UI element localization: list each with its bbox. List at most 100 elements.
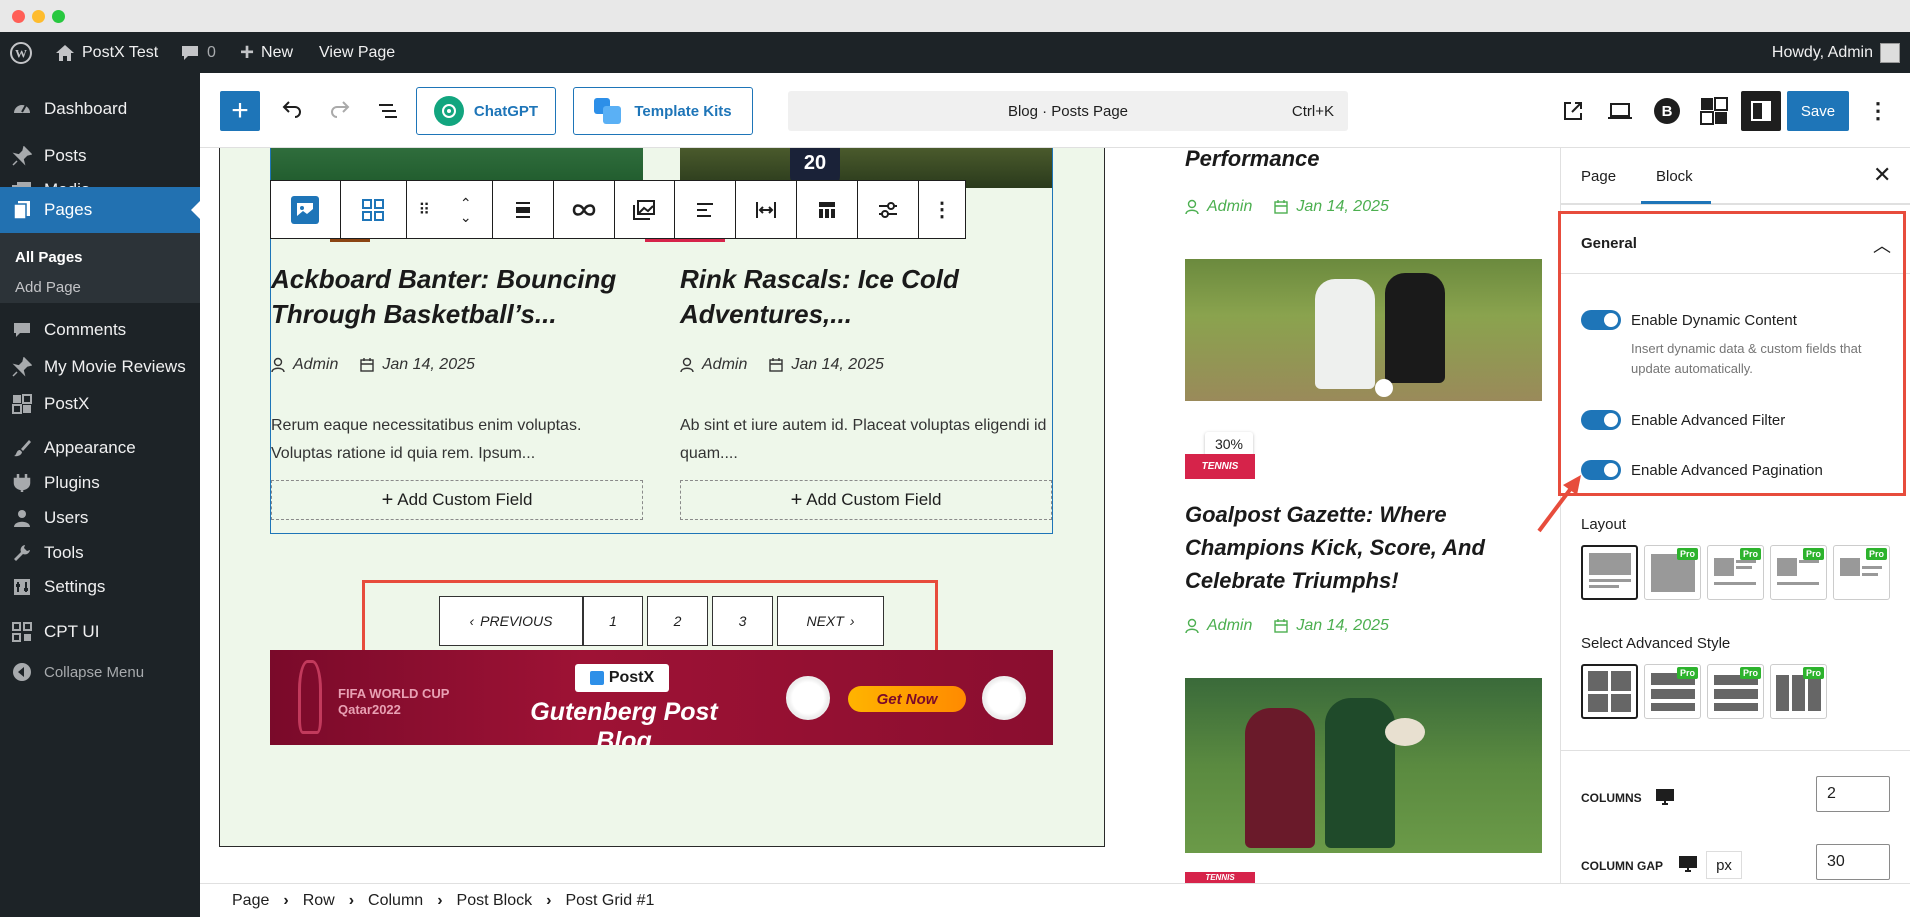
sidebar-item-users[interactable]: Users <box>0 498 200 538</box>
redo-button[interactable] <box>320 91 360 131</box>
add-custom-field-button[interactable]: + Add Custom Field <box>680 480 1052 520</box>
post-author[interactable]: Admin <box>1207 198 1252 216</box>
layout-option-2[interactable]: Pro <box>1644 545 1701 600</box>
desktop-icon[interactable] <box>1655 788 1675 806</box>
close-icon[interactable]: ✕ <box>1873 162 1891 188</box>
sidebar-item-plugins[interactable]: Plugins <box>0 463 200 503</box>
sidebar-item-cpt-ui[interactable]: CPT UI <box>0 612 200 652</box>
style-option-3[interactable]: Pro <box>1707 664 1764 719</box>
unit-selector[interactable]: px <box>1706 851 1742 879</box>
command-palette-button[interactable]: Blog · Posts Page Ctrl+K <box>788 91 1348 131</box>
breadcrumb-item[interactable]: Column <box>368 892 423 910</box>
layout-button[interactable] <box>797 181 859 238</box>
settings-sidebar-toggle[interactable] <box>1741 91 1781 131</box>
collapse-menu-button[interactable]: Collapse Menu <box>0 652 200 692</box>
minimize-window-button[interactable] <box>32 10 45 23</box>
post-title-partial[interactable]: Performance <box>1185 142 1320 175</box>
layout-option-4[interactable]: Pro <box>1770 545 1827 600</box>
sidebar-item-label: CPT UI <box>44 622 100 641</box>
save-button[interactable]: Save <box>1787 91 1849 131</box>
column-gap-input[interactable]: 30 <box>1816 844 1890 880</box>
post-title[interactable]: Ackboard Banter: Bouncing Through Basket… <box>271 262 631 332</box>
breadcrumb-item[interactable]: Post Block <box>457 892 533 910</box>
gap-value: 30 <box>1827 853 1845 870</box>
category-tag[interactable]: TENNIS <box>1185 872 1255 883</box>
document-overview-button[interactable] <box>368 91 408 131</box>
link-button[interactable] <box>554 181 615 238</box>
layout-option-5[interactable]: Pro <box>1833 545 1890 600</box>
desktop-icon[interactable] <box>1678 855 1698 873</box>
block-options-button[interactable]: ⋮ <box>919 181 965 238</box>
admin-sidebar: Dashboard Posts Media Pages All Pages Ad… <box>0 73 200 917</box>
get-now-button[interactable]: Get Now <box>848 686 966 712</box>
layout-option-1[interactable] <box>1581 545 1638 600</box>
category-tag[interactable]: TENNIS <box>1185 454 1255 479</box>
submenu-add-page[interactable]: Add Page <box>15 279 81 296</box>
sidebar-item-my-movie-reviews[interactable]: My Movie Reviews <box>0 347 200 387</box>
layout-label: Layout <box>1581 516 1627 533</box>
sidebar-item-appearance[interactable]: Appearance <box>0 428 200 468</box>
template-kits-button[interactable]: Template Kits <box>573 87 753 135</box>
user-account-menu[interactable]: Howdy, Admin <box>1772 32 1900 73</box>
comments-count: 0 <box>207 43 216 61</box>
block-inserter-button[interactable]: + <box>220 91 260 131</box>
pagination-page-1[interactable]: 1 <box>583 596 643 646</box>
drag-handle[interactable]: ⠿ <box>407 181 440 238</box>
chevron-down-icon[interactable]: ⌄ <box>460 210 472 224</box>
device-preview-button[interactable] <box>1600 91 1640 131</box>
breadcrumb-item[interactable]: Page <box>232 892 269 910</box>
tab-page[interactable]: Page <box>1581 168 1616 185</box>
breadcrumb-item[interactable]: Row <box>303 892 335 910</box>
template-kits-icon <box>594 98 622 124</box>
post-author[interactable]: Admin <box>293 356 338 374</box>
new-content-link[interactable]: + New <box>240 32 293 73</box>
wp-logo-icon[interactable]: W <box>10 32 32 73</box>
add-custom-field-button[interactable]: + Add Custom Field <box>271 480 643 520</box>
builder-plugin-button[interactable]: B <box>1647 91 1687 131</box>
post-title[interactable]: Rink Rascals: Ice Cold Adventures,... <box>680 262 1040 332</box>
style-option-2[interactable]: Pro <box>1644 664 1701 719</box>
view-page-link[interactable]: View Page <box>319 32 395 73</box>
post-title[interactable]: Goalpost Gazette: Where Champions Kick, … <box>1185 498 1525 597</box>
tab-block[interactable]: Block <box>1656 168 1693 185</box>
width-button[interactable] <box>736 181 798 238</box>
columns-input[interactable]: 2 <box>1816 776 1890 812</box>
post-excerpt: Ab sint et iure autem id. Placeat volupt… <box>680 417 1047 462</box>
block-settings-button[interactable] <box>858 181 920 238</box>
post-author[interactable]: Admin <box>1207 617 1252 635</box>
sidebar-item-postx[interactable]: PostX <box>0 384 200 424</box>
comments-link[interactable]: 0 <box>180 32 216 73</box>
sidebar-item-dashboard[interactable]: Dashboard <box>0 89 200 129</box>
postx-settings-button[interactable] <box>1694 91 1734 131</box>
pagination-previous-button[interactable]: ‹ PREVIOUS <box>439 596 583 646</box>
promo-banner[interactable]: FIFA WORLD CUP Qatar2022 PostX Gutenberg… <box>270 650 1053 745</box>
undo-button[interactable] <box>272 91 312 131</box>
sidebar-item-settings[interactable]: Settings <box>0 567 200 607</box>
view-post-button[interactable] <box>1553 91 1593 131</box>
chevron-up-icon[interactable]: ⌃ <box>460 196 472 210</box>
sidebar-item-comments[interactable]: Comments <box>0 310 200 350</box>
site-name-link[interactable]: PostX Test <box>55 32 158 73</box>
maximize-window-button[interactable] <box>52 10 65 23</box>
pagination-page-3[interactable]: 3 <box>712 596 773 646</box>
style-option-4[interactable]: Pro <box>1770 664 1827 719</box>
options-menu-button[interactable]: ⋮ <box>1860 91 1896 131</box>
layout-option-3[interactable]: Pro <box>1707 545 1764 600</box>
post-author[interactable]: Admin <box>702 356 747 374</box>
image-settings-button[interactable] <box>615 181 676 238</box>
block-type-button[interactable] <box>271 181 341 238</box>
pagination-next-button[interactable]: NEXT › <box>777 596 884 646</box>
move-block-buttons[interactable]: ⌃ ⌄ <box>440 181 493 238</box>
submenu-all-pages[interactable]: All Pages <box>15 249 83 266</box>
text-align-button[interactable] <box>675 181 737 238</box>
parent-block-button[interactable] <box>341 181 407 238</box>
sidebar-item-pages[interactable]: Pages <box>0 187 200 233</box>
align-button[interactable] <box>493 181 554 238</box>
chatgpt-button[interactable]: ChatGPT <box>416 87 556 135</box>
post-image-soccer[interactable] <box>1185 259 1542 401</box>
post-image-rugby[interactable] <box>1185 678 1542 853</box>
close-window-button[interactable] <box>12 10 25 23</box>
pagination-page-2[interactable]: 2 <box>647 596 708 646</box>
breadcrumb-item[interactable]: Post Grid #1 <box>565 892 654 910</box>
style-option-1[interactable] <box>1581 664 1638 719</box>
